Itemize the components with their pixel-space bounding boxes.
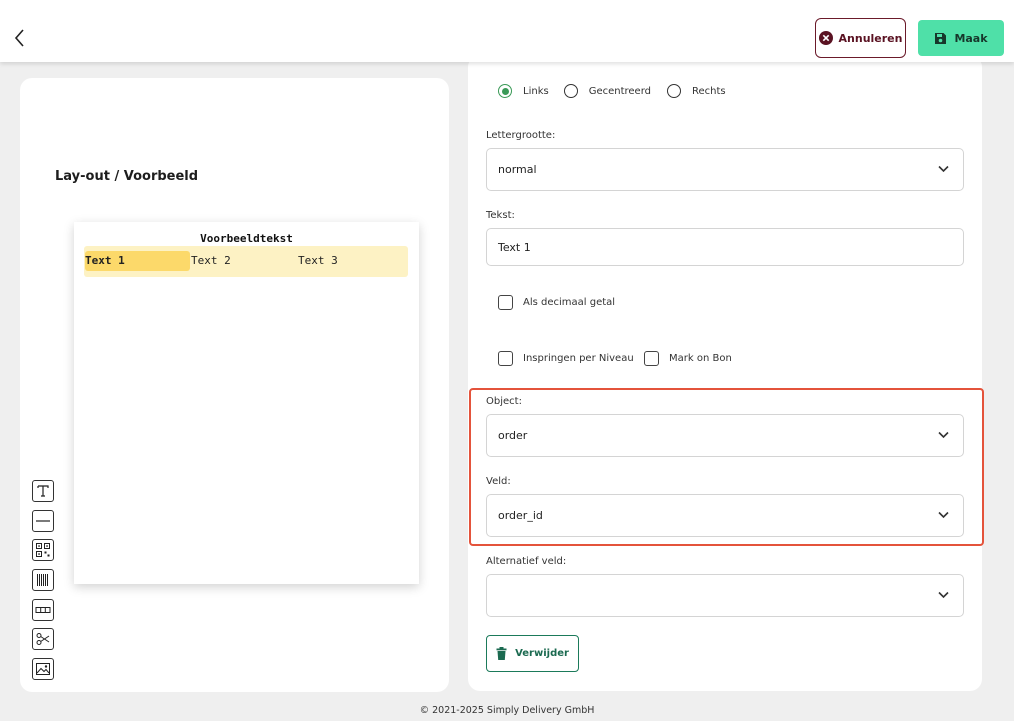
- add-image-tool[interactable]: [32, 658, 54, 681]
- decimal-checkbox[interactable]: [498, 295, 513, 310]
- barcode-tool-icon: [37, 574, 48, 587]
- mark-on-bon-checkbox[interactable]: [644, 351, 659, 366]
- close-circle-icon: [818, 31, 833, 45]
- decimal-checkbox-row: Als decimaal getal: [498, 295, 615, 310]
- preview-cell-1[interactable]: Text 1: [85, 251, 190, 271]
- add-qr-code-tool[interactable]: [32, 539, 54, 562]
- receipt-preview: Voorbeeldtekst Text 1 Text 2 Text 3: [74, 222, 419, 584]
- create-label: Maak: [954, 31, 988, 45]
- layout-title: Lay-out / Voorbeeld: [55, 169, 199, 184]
- decimal-checkbox-label: Als decimaal getal: [523, 297, 616, 308]
- indent-checkbox-label: Inspringen per Niveau: [523, 353, 634, 364]
- chevron-down-icon: [938, 511, 949, 519]
- indent-checkbox[interactable]: [498, 351, 513, 366]
- add-row-tool[interactable]: [32, 598, 54, 621]
- footer-copyright: © 2021-2025 Simply Delivery GmbH: [419, 705, 595, 716]
- mark-checkbox-label: Mark on Bon: [669, 353, 732, 364]
- alignment-radio-group: Links Gecentreerd Rechts: [498, 84, 738, 98]
- alt-field-label: Alternatief veld:: [486, 556, 567, 567]
- chevron-down-icon: [938, 165, 949, 173]
- align-center-radio[interactable]: [563, 84, 578, 98]
- text-label: Tekst:: [486, 210, 515, 221]
- trash-icon: [496, 647, 507, 660]
- preview-row[interactable]: Text 1 Text 2 Text 3: [84, 246, 408, 277]
- font-size-label: Lettergrootte:: [486, 130, 556, 141]
- add-line-tool[interactable]: [32, 509, 54, 532]
- table-row-tool-icon: [35, 606, 51, 613]
- text-input[interactable]: Text 1: [486, 228, 964, 266]
- line-tool-icon: [36, 520, 50, 522]
- delete-button[interactable]: Verwijder: [486, 635, 579, 672]
- preview-heading: Voorbeeldtekst: [200, 232, 293, 245]
- text-tool-icon: [37, 485, 49, 497]
- cancel-button[interactable]: Annuleren: [815, 18, 906, 58]
- scissors-tool-icon: [36, 633, 50, 646]
- add-barcode-tool[interactable]: [32, 569, 54, 592]
- cancel-label: Annuleren: [838, 31, 903, 45]
- align-center-label: Gecentreerd: [588, 85, 651, 97]
- image-tool-icon: [36, 663, 50, 676]
- chevron-left-icon: [14, 29, 24, 47]
- font-size-select[interactable]: normal: [486, 148, 964, 191]
- back-button[interactable]: [10, 26, 30, 50]
- mark-checkbox-row: Mark on Bon: [644, 351, 732, 366]
- top-bar: Annuleren Maak: [0, 0, 1014, 62]
- chevron-down-icon: [938, 591, 949, 599]
- save-icon: [935, 32, 947, 44]
- object-value: order: [498, 429, 528, 442]
- align-left-radio[interactable]: [498, 84, 512, 98]
- qr-code-tool-icon: [36, 543, 50, 558]
- add-text-tool[interactable]: [32, 480, 54, 502]
- delete-label: Verwijder: [515, 648, 569, 659]
- object-select[interactable]: order: [486, 414, 964, 457]
- text-input-value: Text 1: [498, 240, 531, 254]
- field-label: Veld:: [486, 476, 511, 487]
- align-right-label: Rechts: [692, 85, 726, 97]
- create-button[interactable]: Maak: [918, 20, 1004, 56]
- font-size-value: normal: [498, 163, 537, 176]
- align-left-label: Links: [523, 85, 549, 97]
- add-cut-tool[interactable]: [32, 628, 54, 651]
- preview-cell-3[interactable]: Text 3: [298, 251, 338, 271]
- field-select[interactable]: order_id: [486, 494, 964, 537]
- align-right-radio[interactable]: [667, 84, 681, 98]
- preview-cell-2[interactable]: Text 2: [191, 251, 231, 271]
- chevron-down-icon: [938, 431, 949, 439]
- field-value: order_id: [498, 509, 543, 522]
- alt-field-select[interactable]: [486, 574, 964, 617]
- object-label: Object:: [486, 396, 522, 407]
- indent-checkbox-row: Inspringen per Niveau: [498, 351, 634, 366]
- tool-palette: [32, 480, 54, 688]
